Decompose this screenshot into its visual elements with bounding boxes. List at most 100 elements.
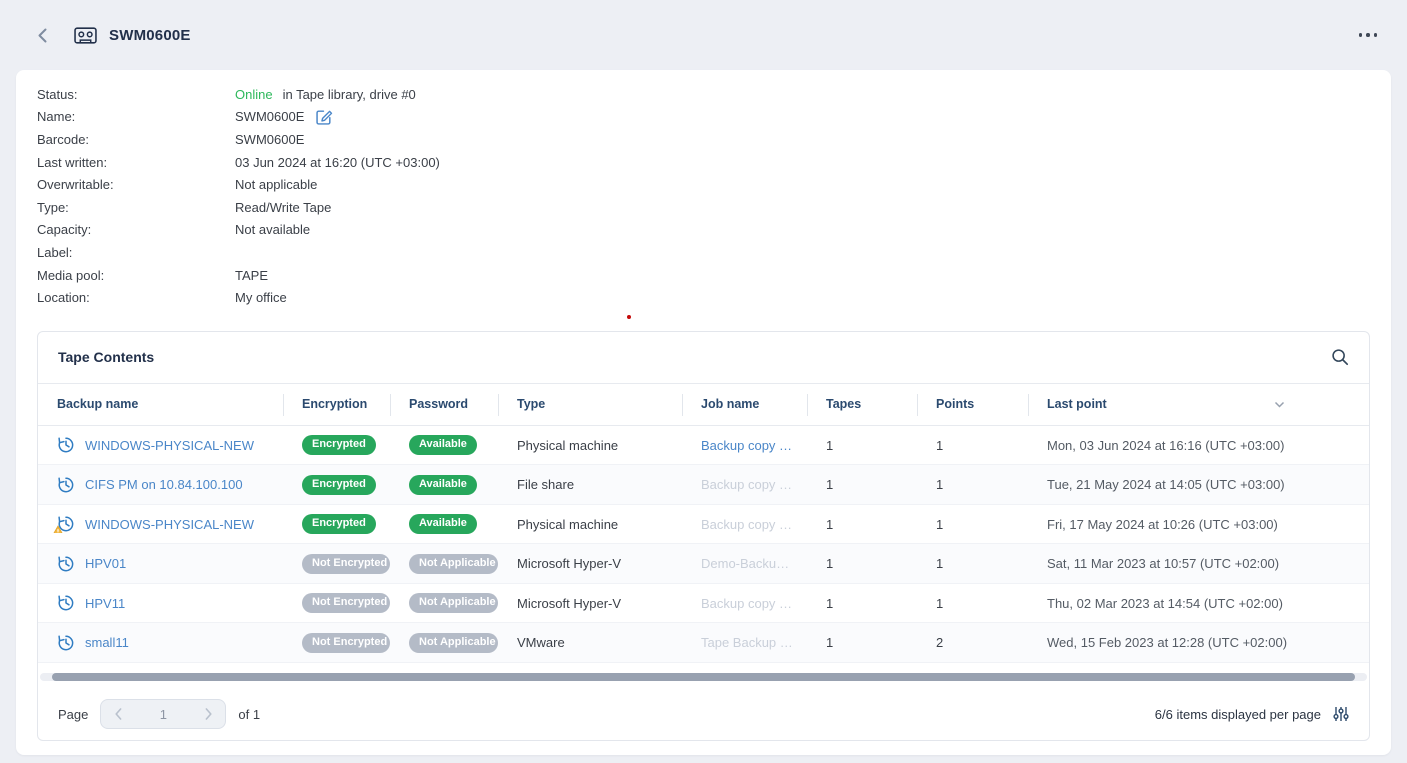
encryption-badge: Not Encrypted ... bbox=[302, 554, 390, 574]
tape-cartridge-icon bbox=[74, 26, 97, 45]
encryption-cell: Not Encrypted ... bbox=[283, 633, 390, 653]
backup-name-link[interactable]: WINDOWS-PHYSICAL-NEW bbox=[85, 438, 254, 453]
tape-contents-header: Tape Contents bbox=[38, 332, 1369, 384]
job-name-link[interactable]: Backup copy … bbox=[682, 438, 807, 453]
backup-name-cell: small11 bbox=[38, 634, 283, 652]
backup-name-link[interactable]: HPV01 bbox=[85, 556, 126, 571]
restore-point-icon bbox=[57, 436, 75, 454]
table-row[interactable]: HPV01 Not Encrypted ...Not Applicable ...… bbox=[38, 544, 1369, 584]
page-label: Page bbox=[58, 707, 88, 722]
password-cell: Available bbox=[390, 435, 498, 455]
password-cell: Not Applicable ... bbox=[390, 554, 498, 574]
job-name-link: Demo-Backu… bbox=[682, 556, 807, 571]
column-header[interactable]: Last point bbox=[1028, 384, 1369, 425]
status-online-value: Online bbox=[235, 87, 273, 102]
encryption-cell: Not Encrypted ... bbox=[283, 554, 390, 574]
column-header[interactable]: Encryption bbox=[283, 384, 390, 425]
restore-point-icon bbox=[57, 634, 75, 652]
current-page-input[interactable]: 1 bbox=[135, 707, 191, 722]
points-cell: 1 bbox=[917, 438, 1028, 453]
table-row[interactable]: CIFS PM on 10.84.100.100 Encrypted Availab… bbox=[38, 465, 1369, 505]
detail-value: 03 Jun 2024 at 16:20 (UTC +03:00) bbox=[235, 155, 440, 170]
chevron-left-icon bbox=[115, 708, 122, 720]
points-cell: 1 bbox=[917, 596, 1028, 611]
detail-row-name: Name: SWM0600E bbox=[37, 106, 1370, 129]
column-header[interactable]: Job name bbox=[682, 384, 807, 425]
detail-label: Capacity: bbox=[37, 222, 235, 237]
column-header[interactable]: Type bbox=[498, 384, 682, 425]
column-header-label: Job name bbox=[701, 397, 759, 411]
password-cell: Available bbox=[390, 514, 498, 534]
tape-contents-panel: Tape Contents Backup nameEncryption Passw… bbox=[37, 331, 1370, 741]
backup-name-link[interactable]: small11 bbox=[85, 635, 129, 650]
table-row[interactable]: WINDOWS-PHYSICAL-NEW Encrypted AvailablePh… bbox=[38, 505, 1369, 545]
detail-row-location: Location: My office bbox=[37, 286, 1370, 309]
stray-red-dot bbox=[627, 315, 631, 319]
search-button[interactable] bbox=[1331, 348, 1349, 366]
pagination-control: 1 bbox=[100, 699, 226, 729]
detail-value: My office bbox=[235, 290, 287, 305]
table-body: WINDOWS-PHYSICAL-NEWEncryptedAvailablePh… bbox=[38, 426, 1369, 663]
detail-row-label: Label: bbox=[37, 241, 1370, 264]
detail-label: Overwritable: bbox=[37, 177, 235, 192]
detail-label: Barcode: bbox=[37, 132, 235, 147]
back-button[interactable] bbox=[32, 25, 52, 45]
backup-name-cell: CIFS PM on 10.84.100.100 bbox=[38, 476, 283, 494]
last-point-cell: Tue, 21 May 2024 at 14:05 (UTC +03:00) bbox=[1028, 477, 1369, 492]
restore-point-icon bbox=[57, 555, 75, 573]
points-cell: 1 bbox=[917, 517, 1028, 532]
job-name-link: Backup copy … bbox=[682, 596, 807, 611]
encryption-badge: Encrypted bbox=[302, 475, 376, 495]
password-badge: Not Applicable ... bbox=[409, 593, 498, 613]
backup-name-link[interactable]: HPV11 bbox=[85, 596, 125, 611]
job-name-link: Backup copy … bbox=[682, 477, 807, 492]
type-cell: Microsoft Hyper-V bbox=[498, 596, 682, 611]
detail-label: Label: bbox=[37, 245, 235, 260]
last-point-cell: Wed, 15 Feb 2023 at 12:28 (UTC +02:00) bbox=[1028, 635, 1369, 650]
restore-point-icon bbox=[57, 476, 75, 494]
column-header-label: Type bbox=[517, 397, 545, 411]
table-row[interactable]: small11Not Encrypted ...Not Applicable .… bbox=[38, 623, 1369, 663]
restore-point-icon bbox=[57, 594, 75, 612]
backup-name-link[interactable]: WINDOWS-PHYSICAL-NEW bbox=[85, 517, 254, 532]
tape-contents-title: Tape Contents bbox=[58, 349, 154, 365]
prev-page-button[interactable] bbox=[101, 700, 135, 728]
encryption-badge: Encrypted bbox=[302, 514, 376, 534]
restore-point-icon bbox=[57, 436, 75, 454]
column-header-label: Tapes bbox=[826, 397, 861, 411]
chevron-left-icon bbox=[38, 28, 47, 43]
column-header[interactable]: Points bbox=[917, 384, 1028, 425]
items-per-page-info: 6/6 items displayed per page bbox=[1155, 707, 1321, 722]
detail-row-media-pool: Media pool: TAPE bbox=[37, 264, 1370, 287]
column-header[interactable]: Tapes bbox=[807, 384, 917, 425]
next-page-button[interactable] bbox=[191, 700, 225, 728]
pagination-footer: Page 1 of 1 6/6 items displayed per page bbox=[38, 689, 1369, 740]
password-cell: Available bbox=[390, 475, 498, 495]
column-header[interactable]: Password bbox=[390, 384, 498, 425]
table-row[interactable]: WINDOWS-PHYSICAL-NEW Encrypted AvailablePh… bbox=[38, 426, 1369, 466]
type-cell: Physical machine bbox=[498, 438, 682, 453]
backup-name-link[interactable]: CIFS PM on 10.84.100.100 bbox=[85, 477, 243, 492]
last-point-cell: Mon, 03 Jun 2024 at 16:16 (UTC +03:00) bbox=[1028, 438, 1369, 453]
encryption-badge: Encrypted bbox=[302, 435, 376, 455]
top-bar: SWM0600E bbox=[0, 0, 1407, 70]
detail-value: SWM0600E bbox=[235, 132, 304, 147]
more-actions-button[interactable] bbox=[1353, 27, 1384, 43]
last-point-cell: Thu, 02 Mar 2023 at 14:54 (UTC +02:00) bbox=[1028, 596, 1369, 611]
edit-name-button[interactable] bbox=[316, 108, 333, 125]
backup-name-cell: HPV11 bbox=[38, 594, 283, 612]
detail-label: Name: bbox=[37, 109, 235, 124]
job-name-link: Backup copy … bbox=[682, 517, 807, 532]
restore-point-icon bbox=[57, 634, 75, 652]
detail-row-barcode: Barcode: SWM0600E bbox=[37, 128, 1370, 151]
points-cell: 1 bbox=[917, 556, 1028, 571]
column-header[interactable]: Backup name bbox=[38, 384, 283, 425]
type-cell: Physical machine bbox=[498, 517, 682, 532]
column-header-label: Password bbox=[409, 397, 468, 411]
display-settings-button[interactable] bbox=[1333, 706, 1349, 722]
tapes-cell: 1 bbox=[807, 517, 917, 532]
tapes-cell: 1 bbox=[807, 438, 917, 453]
table-row[interactable]: HPV11Not Encrypted ...Not Applicable ...… bbox=[38, 584, 1369, 624]
tapes-cell: 1 bbox=[807, 477, 917, 492]
scrollbar-thumb[interactable] bbox=[52, 673, 1355, 681]
